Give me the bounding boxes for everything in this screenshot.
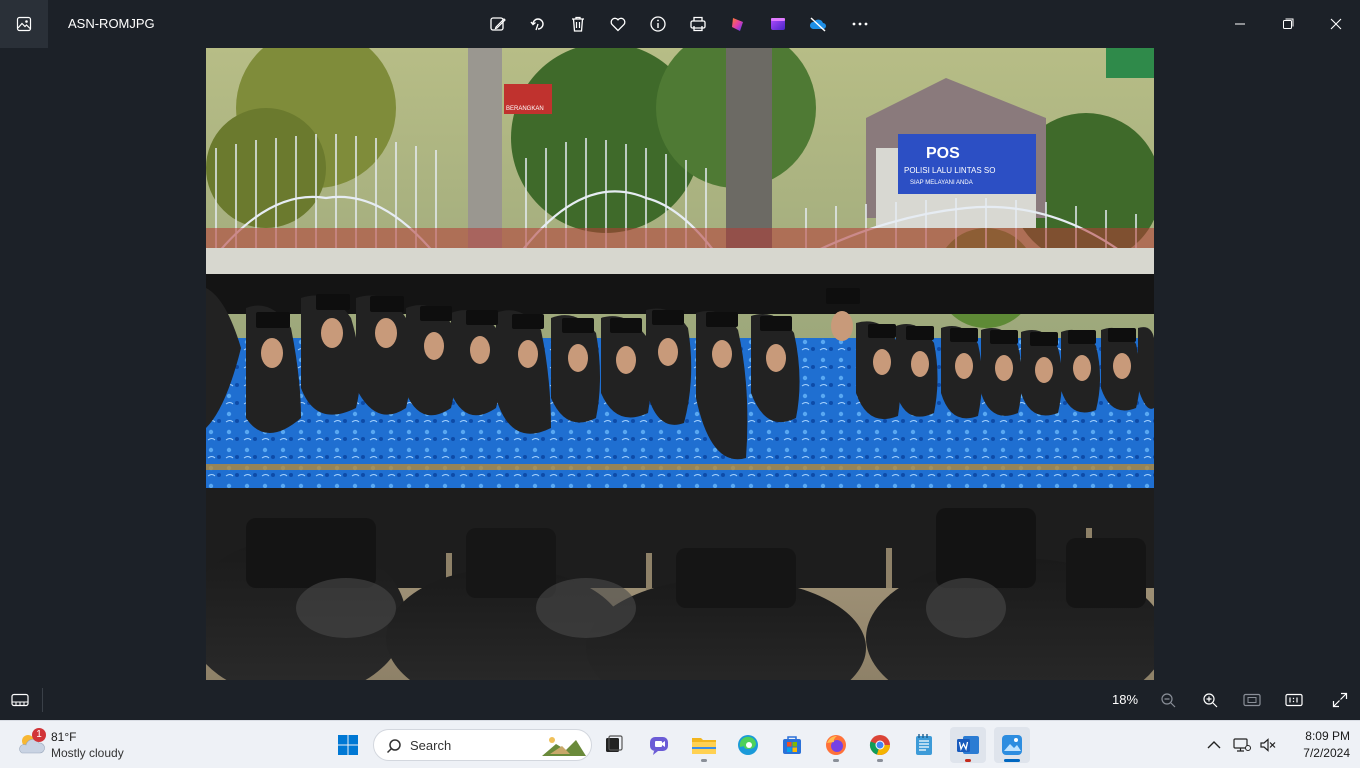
running-indicator bbox=[965, 759, 971, 762]
chrome-icon[interactable] bbox=[862, 727, 898, 763]
divider bbox=[42, 688, 43, 712]
taskbar: 1 81°F Mostly cloudy Search 8:09 PM 7/2/… bbox=[0, 720, 1360, 768]
chat-icon[interactable] bbox=[642, 727, 678, 763]
title-bar: ASN-ROMJPG bbox=[0, 0, 1360, 48]
show-hidden-icons[interactable] bbox=[1198, 727, 1230, 763]
running-indicator bbox=[833, 759, 839, 762]
network-icon[interactable] bbox=[1228, 727, 1256, 763]
weather-widget[interactable]: 1 81°F Mostly cloudy bbox=[14, 727, 154, 763]
sign-sub2: SIAP MELAYANI ANDA bbox=[910, 180, 973, 186]
photos-taskbar-icon[interactable] bbox=[994, 727, 1030, 763]
bottom-bar: 18% bbox=[0, 680, 1360, 720]
delete-icon[interactable] bbox=[566, 12, 590, 36]
more-icon[interactable] bbox=[848, 12, 872, 36]
weather-temp: 81°F bbox=[51, 730, 77, 744]
task-view-icon[interactable] bbox=[596, 727, 632, 763]
photos-app-icon[interactable] bbox=[0, 0, 48, 48]
store-icon[interactable] bbox=[774, 727, 810, 763]
search-highlight-icon bbox=[542, 737, 586, 756]
sign-red: BERANGKAN bbox=[506, 106, 544, 112]
sign-pos: POS bbox=[926, 145, 960, 162]
clock-date[interactable]: 7/2/2024 bbox=[1286, 746, 1350, 760]
rotate-icon[interactable] bbox=[526, 12, 550, 36]
running-indicator bbox=[701, 759, 707, 762]
print-icon[interactable] bbox=[686, 12, 710, 36]
image-viewer[interactable]: POS POLISI LALU LINTAS SO SIAP MELAYANI … bbox=[0, 48, 1360, 680]
zoom-in-icon[interactable] bbox=[1198, 688, 1222, 712]
file-name: ASN-ROMJPG bbox=[68, 16, 155, 31]
windows-icon bbox=[338, 735, 358, 755]
weather-condition: Mostly cloudy bbox=[51, 746, 124, 760]
photo-canvas: POS POLISI LALU LINTAS SO SIAP MELAYANI … bbox=[206, 48, 1154, 680]
fit-to-window-icon[interactable] bbox=[1240, 688, 1264, 712]
favorite-icon[interactable] bbox=[606, 12, 630, 36]
clock-time[interactable]: 8:09 PM bbox=[1286, 729, 1350, 743]
volume-muted-icon[interactable] bbox=[1254, 727, 1282, 763]
running-indicator bbox=[877, 759, 883, 762]
file-explorer-icon[interactable] bbox=[686, 727, 722, 763]
notepad-icon[interactable] bbox=[906, 727, 942, 763]
onedrive-off-icon[interactable] bbox=[806, 12, 830, 36]
fullscreen-icon[interactable] bbox=[1328, 688, 1352, 712]
minimize-icon[interactable] bbox=[1226, 10, 1254, 38]
sign-sub: POLISI LALU LINTAS SO bbox=[904, 166, 995, 175]
info-icon[interactable] bbox=[646, 12, 670, 36]
actual-size-icon[interactable] bbox=[1282, 688, 1306, 712]
maximize-icon[interactable] bbox=[1274, 10, 1302, 38]
weather-badge: 1 bbox=[32, 728, 46, 742]
search-icon bbox=[386, 739, 401, 754]
photo: POS POLISI LALU LINTAS SO SIAP MELAYANI … bbox=[206, 48, 1154, 680]
edge-icon[interactable] bbox=[730, 727, 766, 763]
edit-image-icon[interactable] bbox=[486, 12, 510, 36]
start-button[interactable] bbox=[330, 727, 366, 763]
search-box[interactable]: Search bbox=[373, 729, 592, 761]
search-label: Search bbox=[410, 738, 452, 753]
clipchamp-icon[interactable] bbox=[726, 12, 750, 36]
zoom-out-icon[interactable] bbox=[1156, 688, 1180, 712]
filmstrip-icon[interactable] bbox=[8, 688, 32, 712]
active-indicator bbox=[1004, 759, 1020, 762]
designer-icon[interactable] bbox=[766, 12, 790, 36]
close-icon[interactable] bbox=[1322, 10, 1350, 38]
firefox-icon[interactable] bbox=[818, 727, 854, 763]
word-icon[interactable] bbox=[950, 727, 986, 763]
zoom-level: 18% bbox=[1112, 692, 1139, 707]
